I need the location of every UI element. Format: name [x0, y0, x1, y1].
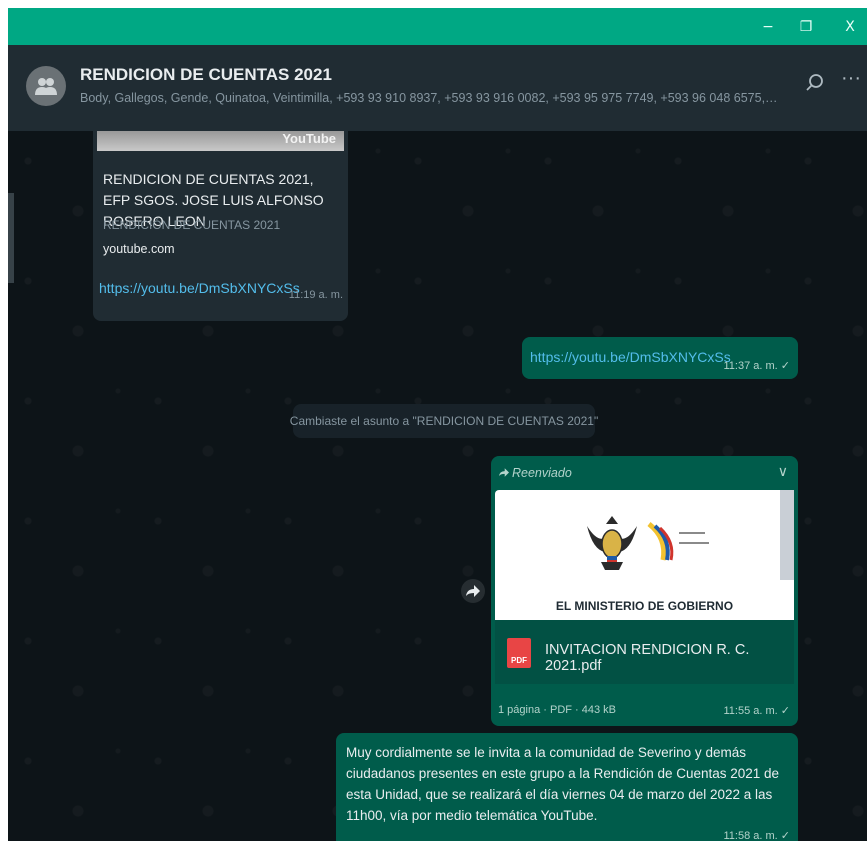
- outgoing-document-message[interactable]: Reenviado ∨ EL MINISTERIO DE GOBIERNO PD…: [491, 456, 798, 726]
- link-preview-description: RENDICIÓN DE CUENTAS 2021: [103, 218, 281, 232]
- incoming-link-message[interactable]: YouTube RENDICION DE CUENTAS 2021, EFP S…: [93, 131, 348, 321]
- group-members[interactable]: Body, Gallegos, Gende, Quinatoa, Veintim…: [80, 91, 780, 105]
- message-text: Muy cordialmente se le invita a la comun…: [346, 745, 780, 823]
- link-preview-domain: youtube.com: [103, 242, 175, 256]
- forward-button[interactable]: [461, 579, 485, 603]
- preview-page-edge: [780, 490, 794, 580]
- message-timestamp: 11:55 a. m. ✓: [723, 705, 791, 717]
- document-attachment[interactable]: PDF INVITACION RENDICION R. C. 2021.pdf: [495, 620, 794, 684]
- close-button[interactable]: X: [830, 8, 867, 45]
- outgoing-link-message[interactable]: https://youtu.be/DmSbXNYCxSs 11:37 a. m.…: [522, 337, 798, 379]
- chevron-down-icon[interactable]: ∨: [778, 463, 788, 480]
- restore-button[interactable]: ❐: [786, 8, 826, 45]
- coat-of-arms-icon: [587, 516, 637, 570]
- window-titlebar: − ❐ X: [8, 8, 867, 45]
- forwarded-icon: [499, 468, 509, 477]
- message-timestamp: 11:19 a. m.: [288, 289, 343, 301]
- group-title[interactable]: RENDICION DE CUENTAS 2021: [80, 65, 332, 85]
- message-timestamp: 11:58 a. m. ✓: [723, 830, 791, 841]
- document-preview[interactable]: EL MINISTERIO DE GOBIERNO: [495, 490, 794, 620]
- youtube-link[interactable]: https://youtu.be/DmSbXNYCxSs: [530, 349, 731, 365]
- scrollbar-thumb[interactable]: [8, 193, 14, 283]
- group-icon: [35, 78, 57, 95]
- document-meta: 1 página · PDF · 443 kB: [498, 704, 617, 716]
- youtube-watermark: YouTube: [282, 131, 336, 146]
- menu-button[interactable]: ···: [841, 67, 865, 101]
- pdf-icon: PDF: [507, 638, 531, 668]
- forward-icon: [466, 585, 480, 597]
- preview-caption: EL MINISTERIO DE GOBIERNO: [555, 599, 734, 613]
- minimize-button[interactable]: −: [748, 8, 788, 45]
- search-button[interactable]: [798, 67, 832, 101]
- group-avatar[interactable]: [26, 66, 66, 106]
- forwarded-label: Reenviado: [512, 466, 572, 480]
- chat-header[interactable]: RENDICION DE CUENTAS 2021 Body, Gallegos…: [8, 45, 867, 131]
- outgoing-text-message[interactable]: Muy cordialmente se le invita a la comun…: [336, 733, 798, 841]
- video-thumbnail[interactable]: YouTube: [97, 131, 344, 151]
- message-timestamp: 11:37 a. m. ✓: [723, 360, 791, 372]
- ministry-logo-icon: [647, 522, 709, 561]
- document-filename[interactable]: INVITACION RENDICION R. C. 2021.pdf: [545, 642, 794, 674]
- youtube-link[interactable]: https://youtu.be/DmSbXNYCxSs: [99, 280, 300, 296]
- whatsapp-window: − ❐ X RENDICION DE CUENTAS 2021 Body, Ga…: [8, 8, 867, 841]
- search-icon: [806, 74, 823, 91]
- system-message: Cambiaste el asunto a "RENDICION DE CUEN…: [290, 404, 598, 438]
- message-list[interactable]: YouTube RENDICION DE CUENTAS 2021, EFP S…: [8, 131, 867, 841]
